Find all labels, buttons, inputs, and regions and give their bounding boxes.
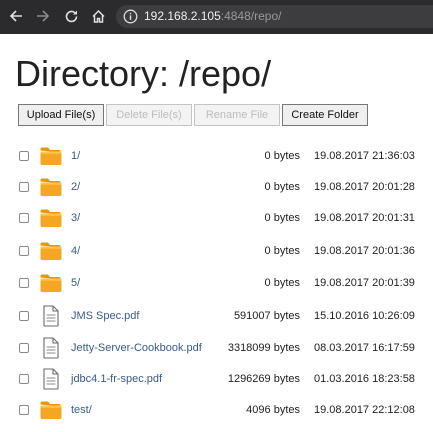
delete-files-button[interactable]: Delete File(s) xyxy=(106,104,192,126)
select-checkbox[interactable] xyxy=(19,374,29,384)
list-item: 5/ 0 bytes 19.08.2017 20:01:39 xyxy=(0,268,433,298)
file-name-link[interactable]: 1/ xyxy=(71,149,80,163)
file-modified: 08.03.2017 16:17:59 xyxy=(314,342,415,354)
file-modified: 19.08.2017 20:01:31 xyxy=(314,212,415,224)
file-size: 0 bytes xyxy=(264,212,300,224)
info-icon[interactable] xyxy=(123,9,138,24)
list-item: 1/ 0 bytes 19.08.2017 21:36:03 xyxy=(0,141,433,171)
list-item: jdbc4.1-fr-spec.pdf 1296269 bytes 01.03.… xyxy=(0,364,433,394)
file-size: 0 bytes xyxy=(264,245,300,257)
file-name-link[interactable]: 3/ xyxy=(71,211,80,225)
file-name-link[interactable]: test/ xyxy=(71,403,92,417)
file-size: 1296269 bytes xyxy=(227,373,300,385)
file-modified: 19.08.2017 20:01:39 xyxy=(314,277,415,289)
address-text: 192.168.2.105:4848/repo/ xyxy=(144,9,281,24)
folder-icon xyxy=(39,145,63,167)
folder-icon xyxy=(39,207,63,229)
folder-icon xyxy=(39,176,63,198)
address-path: :4848/repo/ xyxy=(220,9,282,23)
list-item: 3/ 0 bytes 19.08.2017 20:01:31 xyxy=(0,203,433,233)
file-name-link[interactable]: JMS Spec.pdf xyxy=(71,309,139,323)
create-folder-button[interactable]: Create Folder xyxy=(282,104,368,126)
address-bar[interactable]: 192.168.2.105:4848/repo/ xyxy=(116,5,433,28)
reload-icon[interactable] xyxy=(61,6,81,26)
page-title: Directory: /repo/ xyxy=(15,53,272,94)
select-checkbox[interactable] xyxy=(19,182,29,192)
home-icon[interactable] xyxy=(88,6,108,26)
browser-toolbar: 192.168.2.105:4848/repo/ xyxy=(0,0,433,34)
file-size: 0 bytes xyxy=(264,150,300,162)
folder-icon xyxy=(39,240,63,262)
file-name-link[interactable]: 4/ xyxy=(71,244,80,258)
list-item: Jetty-Server-Cookbook.pdf 3318099 bytes … xyxy=(0,333,433,363)
file-size: 3318099 bytes xyxy=(227,342,300,354)
folder-icon xyxy=(39,399,63,421)
document-icon xyxy=(39,368,63,390)
select-checkbox[interactable] xyxy=(19,278,29,288)
select-checkbox[interactable] xyxy=(19,405,29,415)
address-host: 192.168.2.105 xyxy=(144,9,221,23)
file-size: 0 bytes xyxy=(264,181,300,193)
file-size: 591007 bytes xyxy=(233,310,300,322)
select-checkbox[interactable] xyxy=(19,311,29,321)
list-item: JMS Spec.pdf 591007 bytes 15.10.2016 10:… xyxy=(0,301,433,331)
list-item: 2/ 0 bytes 19.08.2017 20:01:28 xyxy=(0,172,433,202)
list-item: 4/ 0 bytes 19.08.2017 20:01:36 xyxy=(0,236,433,266)
file-modified: 19.08.2017 22:12:08 xyxy=(314,404,415,416)
folder-icon xyxy=(39,272,63,294)
forward-arrow-icon[interactable] xyxy=(33,6,53,26)
select-checkbox[interactable] xyxy=(19,213,29,223)
file-size: 4096 bytes xyxy=(246,404,300,416)
file-modified: 01.03.2016 18:23:58 xyxy=(314,373,415,385)
document-icon xyxy=(39,337,63,359)
file-modified: 19.08.2017 20:01:28 xyxy=(314,181,415,193)
file-size: 0 bytes xyxy=(264,277,300,289)
select-checkbox[interactable] xyxy=(19,246,29,256)
file-name-link[interactable]: 2/ xyxy=(71,180,80,194)
file-name-link[interactable]: 5/ xyxy=(71,276,80,290)
file-modified: 19.08.2017 20:01:36 xyxy=(314,245,415,257)
file-name-link[interactable]: jdbc4.1-fr-spec.pdf xyxy=(71,372,162,386)
back-arrow-icon[interactable] xyxy=(6,6,26,26)
file-modified: 15.10.2016 10:26:09 xyxy=(314,310,415,322)
file-name-link[interactable]: Jetty-Server-Cookbook.pdf xyxy=(71,341,202,355)
select-checkbox[interactable] xyxy=(19,343,29,353)
select-checkbox[interactable] xyxy=(19,151,29,161)
upload-files-button[interactable]: Upload File(s) xyxy=(18,104,104,126)
list-item: test/ 4096 bytes 19.08.2017 22:12:08 xyxy=(0,395,433,425)
file-modified: 19.08.2017 21:36:03 xyxy=(314,150,415,162)
rename-file-button[interactable]: Rename File xyxy=(194,104,280,126)
document-icon xyxy=(39,305,63,327)
